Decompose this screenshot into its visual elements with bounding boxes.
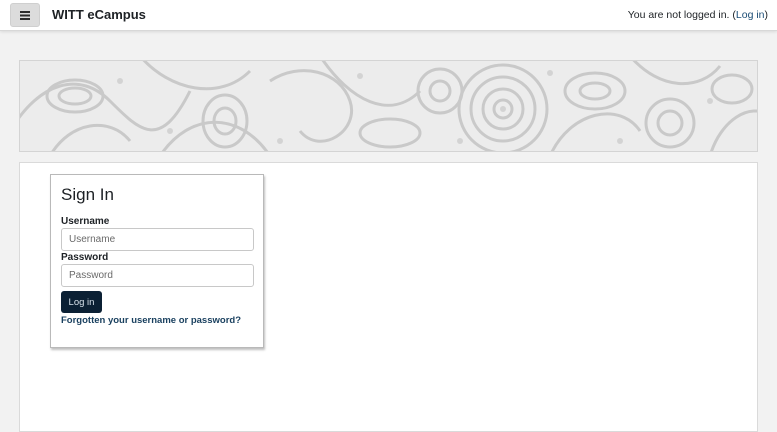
username-label: Username bbox=[61, 216, 110, 227]
top-navbar: WITT eCampus You are not logged in. (Log… bbox=[0, 0, 777, 31]
site-name[interactable]: WITT eCampus bbox=[52, 7, 146, 22]
header-banner bbox=[19, 60, 758, 152]
menu-toggle-button[interactable] bbox=[10, 3, 40, 27]
password-label: Password bbox=[61, 252, 109, 263]
login-status: You are not logged in. (Log in) bbox=[628, 9, 768, 21]
paisley-pattern bbox=[20, 61, 757, 151]
header-login-link[interactable]: Log in bbox=[736, 9, 765, 21]
username-input[interactable] bbox=[61, 228, 254, 251]
login-status-suffix: ) bbox=[764, 9, 769, 21]
sign-in-heading: Sign In bbox=[61, 185, 114, 204]
login-status-prefix: You are not logged in. ( bbox=[627, 9, 736, 21]
password-input[interactable] bbox=[61, 264, 254, 287]
login-button[interactable]: Log in bbox=[61, 291, 102, 313]
forgot-credentials-link[interactable]: Forgotten your username or password? bbox=[61, 315, 241, 326]
hamburger-menu-icon bbox=[20, 10, 30, 20]
login-panel: Sign In Username Password Log in Forgott… bbox=[50, 174, 264, 348]
